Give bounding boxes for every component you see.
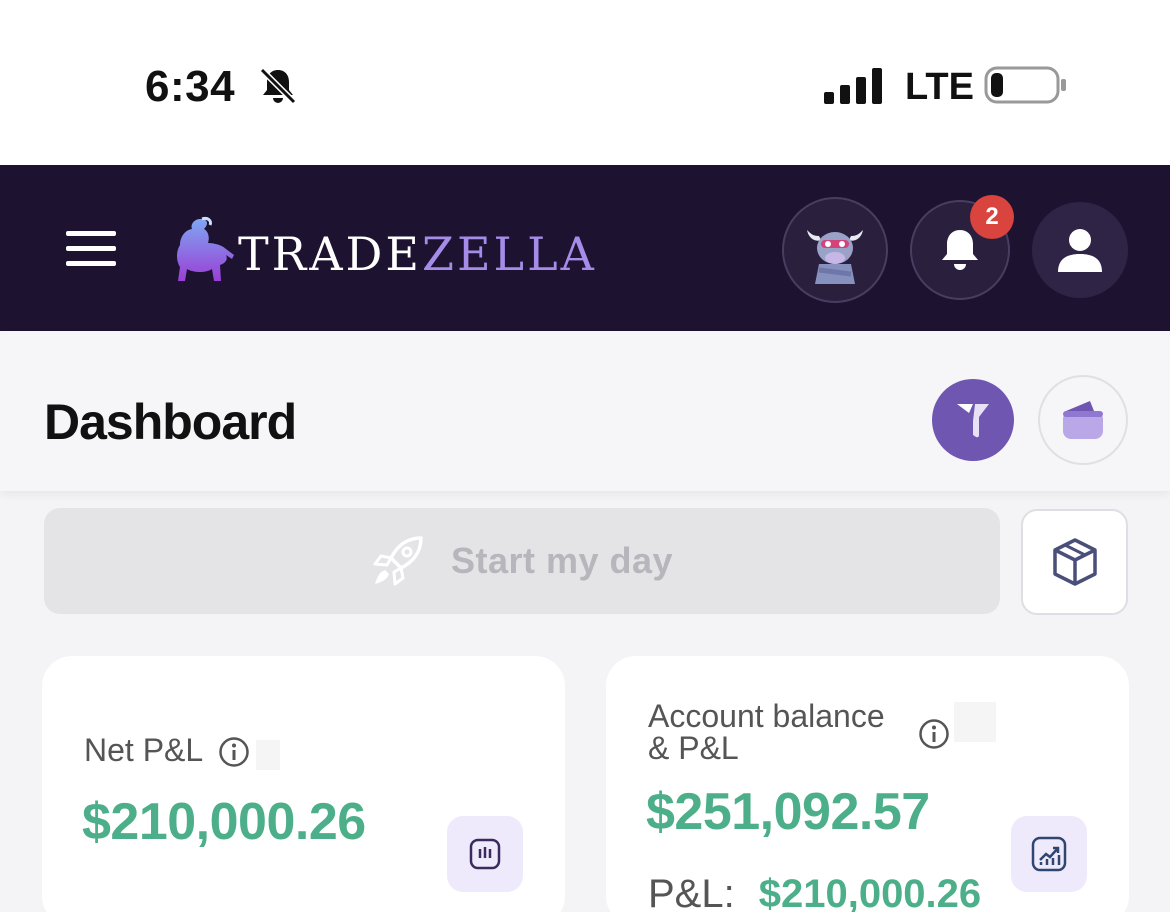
start-my-day-label: Start my day [450,540,674,581]
filter-icon [957,404,989,438]
pnl-line: P&L: $210,000.26 [648,872,981,912]
page-title: Dashboard [44,394,297,450]
menu-icon[interactable] [66,231,116,267]
dashboard-header: Dashboard [0,331,1170,491]
account-balance-card: Account balance & P&L $251,092.57 P&L: $2… [606,656,1129,912]
bell-off-icon [259,67,297,105]
info-icon[interactable] [918,718,950,750]
account-balance-value: $251,092.57 [646,783,930,841]
bar-chart-icon [469,838,501,870]
net-pnl-chart-button[interactable] [447,816,523,892]
net-pnl-label: Net P&L [84,732,204,768]
info-icon[interactable] [218,736,250,768]
account-balance-label-line2: & P&L [648,730,739,766]
status-time: 6:34 [145,62,236,111]
rocket-icon [373,536,423,586]
mascot-button[interactable] [782,197,888,303]
notification-badge: 2 [970,195,1014,239]
brand-name-part2: ZELLA [422,227,597,281]
pnl-value: $210,000.26 [758,872,982,912]
cube-icon [1052,538,1097,586]
profile-button[interactable] [1032,202,1128,298]
brand-name-part1: TRADE [238,227,422,281]
accounts-button[interactable] [1038,375,1128,465]
account-balance-label: Account balance & P&L [648,700,885,764]
trend-chart-icon [1031,836,1067,872]
widgets-button[interactable] [1021,509,1128,615]
user-icon [1058,229,1102,272]
signal-icon [824,68,882,104]
filter-button[interactable] [932,379,1014,461]
redacted-block [954,702,996,742]
account-balance-chart-button[interactable] [1011,816,1087,892]
battery-icon [984,66,1066,104]
bell-icon [942,230,978,270]
wallet-icon [1063,401,1103,439]
status-bar: 6:34 LTE [0,0,1170,165]
network-type: LTE [905,66,974,108]
net-pnl-value: $210,000.26 [82,793,366,851]
brand-name: TRADEZELLA [238,227,597,281]
start-my-day-button[interactable]: Start my day [44,508,1000,614]
net-pnl-card: Net P&L $210,000.26 [42,656,565,912]
redacted-block [256,740,280,770]
bull-mascot-icon [807,230,863,284]
brand-logo-icon [177,217,234,281]
top-nav: TRADEZELLA 2 [0,165,1170,331]
account-balance-label-line1: Account balance [648,698,885,734]
pnl-label: P&L: [648,872,735,912]
